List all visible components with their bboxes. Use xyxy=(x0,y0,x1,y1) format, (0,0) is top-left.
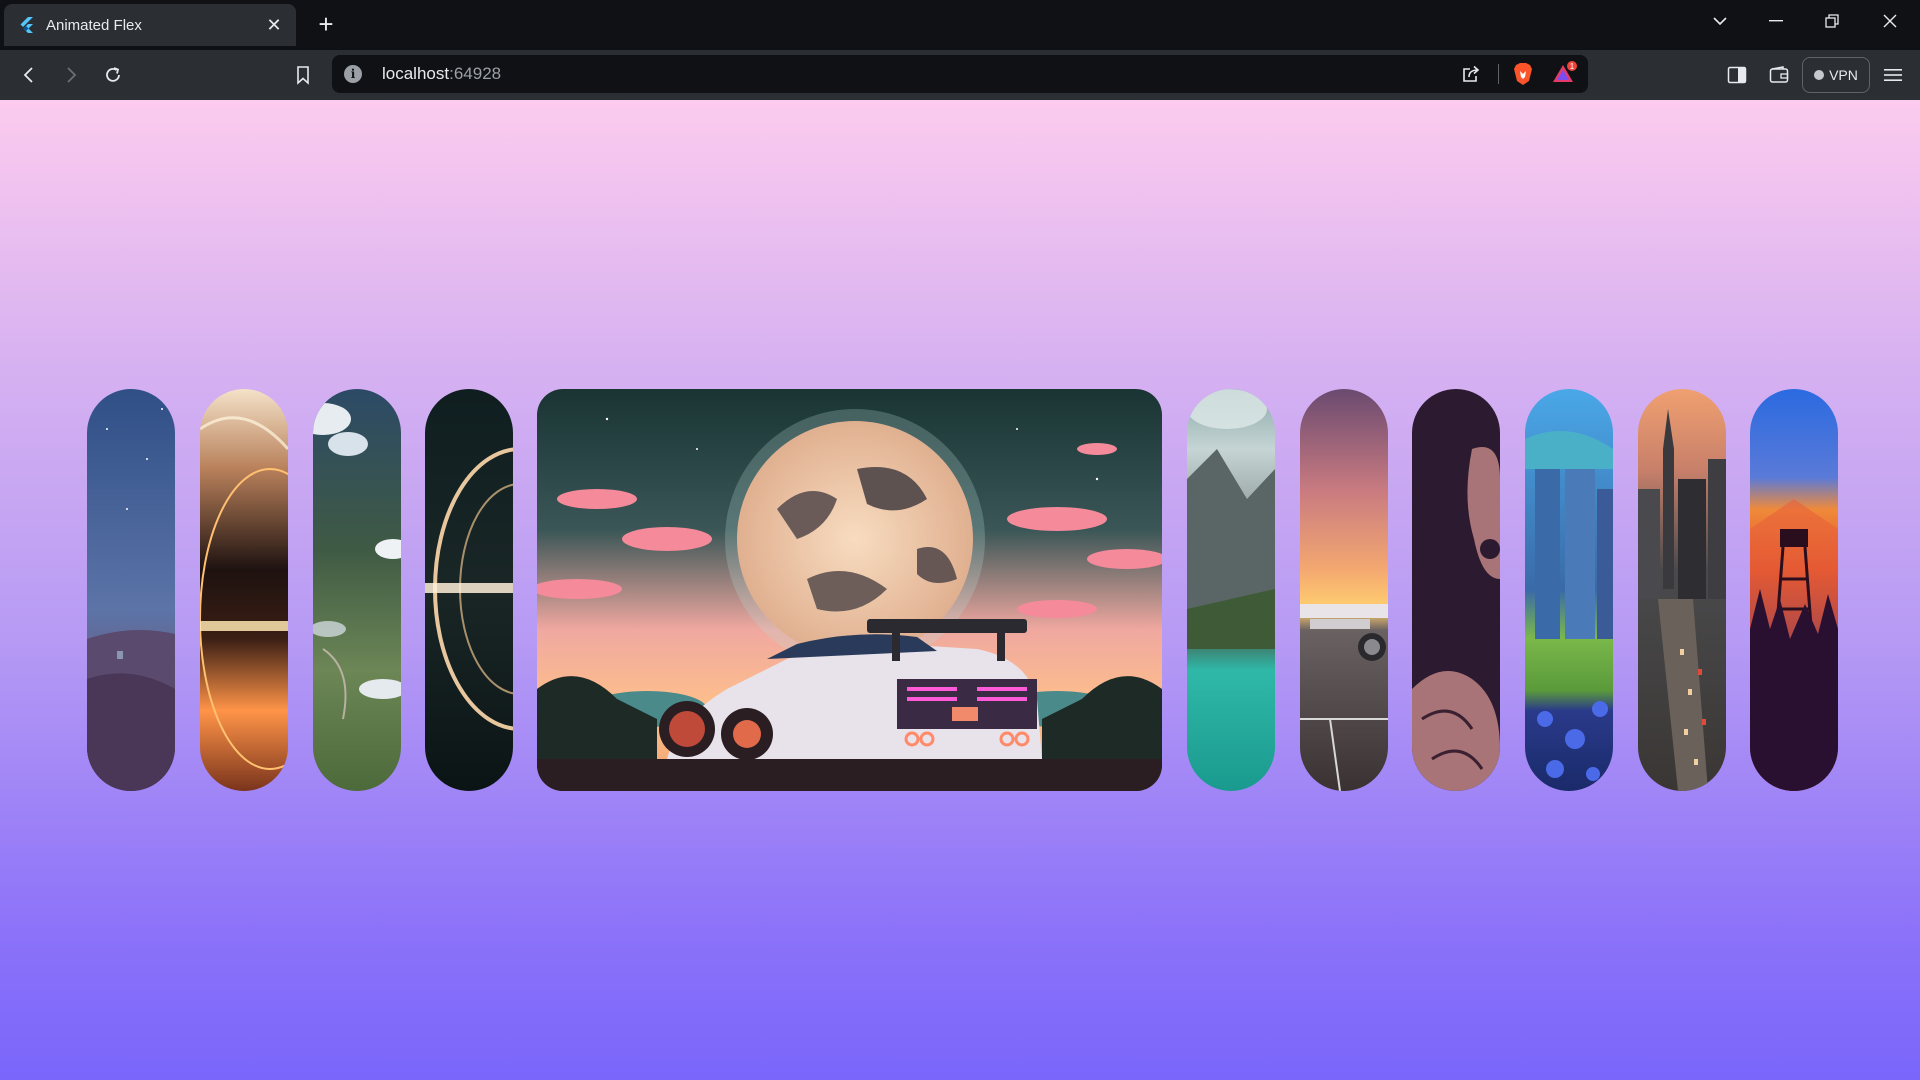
close-window-icon[interactable] xyxy=(1870,6,1910,36)
gallery-card-fire-tower[interactable] xyxy=(1750,389,1838,791)
gallery-card-black-hole-dark[interactable] xyxy=(425,389,513,791)
url-port: :64928 xyxy=(449,64,502,83)
gallery-card-black-hole-orange[interactable] xyxy=(200,389,288,791)
tab-title: Animated Flex xyxy=(46,16,142,34)
browser-titlebar: Animated Flex ✕ + xyxy=(0,0,1920,50)
divider xyxy=(1498,64,1499,84)
page-viewport xyxy=(0,100,1920,1080)
wallet-icon[interactable] xyxy=(1766,62,1792,88)
browser-toolbar: i localhost:64928 1 VPN xyxy=(0,50,1920,100)
animated-flex-gallery xyxy=(0,100,1920,1080)
vpn-label: VPN xyxy=(1829,67,1858,83)
address-bar[interactable]: i localhost:64928 1 xyxy=(332,55,1588,93)
gallery-card-night-hills[interactable] xyxy=(87,389,175,791)
gallery-card-city-highway[interactable] xyxy=(1638,389,1726,791)
gallery-card-airplane-sunset[interactable] xyxy=(1300,389,1388,791)
info-icon[interactable]: i xyxy=(344,65,362,83)
browser-tab[interactable]: Animated Flex ✕ xyxy=(4,4,296,46)
rewards-badge-count: 1 xyxy=(1570,62,1575,71)
gallery-card-lake-mountain[interactable] xyxy=(1187,389,1275,791)
forward-arrow-icon[interactable] xyxy=(58,62,84,88)
new-tab-button[interactable]: + xyxy=(314,11,338,37)
close-tab-icon[interactable]: ✕ xyxy=(264,15,284,35)
gallery-card-city-flowers[interactable] xyxy=(1525,389,1613,791)
gallery-card-aerial-clouds[interactable] xyxy=(313,389,401,791)
gallery-card-skeleton-purple[interactable] xyxy=(1412,389,1500,791)
brave-shield-icon[interactable] xyxy=(1510,61,1536,87)
reload-icon[interactable] xyxy=(100,62,126,88)
sidebar-icon[interactable] xyxy=(1724,62,1750,88)
brave-rewards-icon[interactable]: 1 xyxy=(1552,61,1578,87)
minimize-icon[interactable] xyxy=(1756,6,1796,36)
bookmark-icon[interactable] xyxy=(290,62,316,88)
share-icon[interactable] xyxy=(1458,61,1484,87)
back-arrow-icon[interactable] xyxy=(16,62,42,88)
url-host: localhost xyxy=(382,64,450,83)
gallery-card-moon-supercar[interactable] xyxy=(537,389,1162,791)
menu-icon[interactable] xyxy=(1880,62,1906,88)
vpn-status-icon xyxy=(1814,70,1825,80)
flutter-logo-icon xyxy=(16,15,36,35)
restore-icon[interactable] xyxy=(1812,6,1852,36)
vpn-button[interactable]: VPN xyxy=(1802,57,1870,93)
tab-search-chevron-icon[interactable] xyxy=(1700,6,1740,36)
url-text: localhost:64928 xyxy=(382,64,501,84)
